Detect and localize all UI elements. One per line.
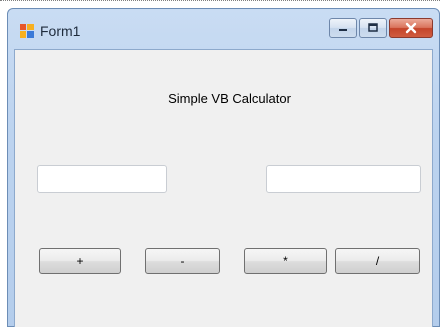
add-button[interactable]: + [39, 248, 121, 274]
minimize-button[interactable] [329, 18, 357, 38]
winforms-app-icon [20, 24, 34, 38]
close-icon [405, 22, 417, 34]
form-window: Form1 Simple VB Calculator + - * / [7, 8, 440, 327]
title-bar[interactable]: Form1 [8, 9, 439, 49]
first-number-input[interactable] [37, 165, 167, 193]
form-client-area: Simple VB Calculator + - * / [14, 49, 433, 327]
minimize-icon [339, 29, 347, 31]
subtract-button[interactable]: - [145, 248, 220, 274]
maximize-button[interactable] [359, 18, 387, 38]
divide-button[interactable]: / [335, 248, 420, 274]
top-dotted-border [0, 0, 440, 2]
window-title: Form1 [40, 23, 81, 39]
calculator-heading: Simple VB Calculator [168, 91, 291, 106]
close-button[interactable] [389, 18, 433, 38]
screenshot-canvas: Form1 Simple VB Calculator + - * / [0, 0, 440, 327]
maximize-icon [368, 23, 378, 32]
multiply-button[interactable]: * [244, 248, 327, 274]
second-number-input[interactable] [266, 165, 421, 193]
caption-buttons [327, 18, 433, 40]
